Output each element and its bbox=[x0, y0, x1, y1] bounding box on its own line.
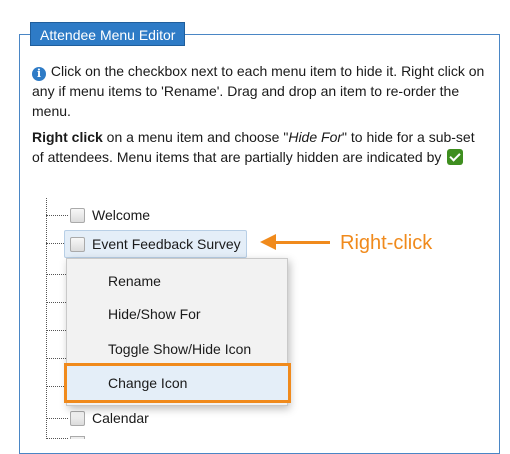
hide-for-italic: Hide For bbox=[288, 129, 343, 145]
menu-item-rename[interactable]: Rename bbox=[108, 269, 161, 293]
hide-checkbox[interactable] bbox=[70, 236, 85, 252]
tree-branch bbox=[46, 302, 68, 303]
tree-item-welcome[interactable]: Welcome bbox=[70, 203, 150, 227]
tree-item-event-feedback-survey[interactable]: Event Feedback Survey bbox=[64, 230, 247, 258]
menu-item-change-icon[interactable]: Change Icon bbox=[108, 371, 187, 395]
callout-arrow-shaft bbox=[274, 241, 330, 244]
tree-branch bbox=[46, 330, 68, 331]
instructions-paragraph: i Click on the checkbox next to each men… bbox=[32, 61, 487, 121]
menu-item-toggle-show-hide-icon[interactable]: Toggle Show/Hide Icon bbox=[108, 337, 251, 361]
info-icon: i bbox=[32, 67, 46, 81]
tree-branch bbox=[46, 358, 68, 359]
panel-legend: Attendee Menu Editor bbox=[30, 22, 186, 46]
hide-for-text-a: on a menu item and choose " bbox=[102, 129, 289, 145]
tree-branch bbox=[46, 418, 68, 419]
partially-hidden-check-icon bbox=[447, 149, 464, 165]
right-click-bold: Right click bbox=[32, 129, 103, 145]
tree-connector-line bbox=[46, 198, 47, 439]
tree-item-label: Calendar bbox=[92, 410, 149, 426]
tree-branch bbox=[46, 215, 68, 216]
tree-item-label: Event Feedback Survey bbox=[92, 236, 241, 252]
hide-checkbox[interactable] bbox=[70, 207, 85, 223]
menu-item-hide-show-for[interactable]: Hide/Show For bbox=[108, 302, 201, 326]
instructions-text: Click on the checkbox next to each menu … bbox=[32, 63, 485, 119]
right-click-callout: Right-click bbox=[340, 232, 433, 254]
hide-checkbox[interactable] bbox=[70, 410, 85, 426]
tree-branch bbox=[46, 274, 68, 275]
tree-item-calendar[interactable]: Calendar bbox=[70, 406, 149, 430]
hide-for-instructions: Right click on a menu item and choose "H… bbox=[32, 127, 487, 167]
tree-item-label: Welcome bbox=[92, 207, 151, 223]
